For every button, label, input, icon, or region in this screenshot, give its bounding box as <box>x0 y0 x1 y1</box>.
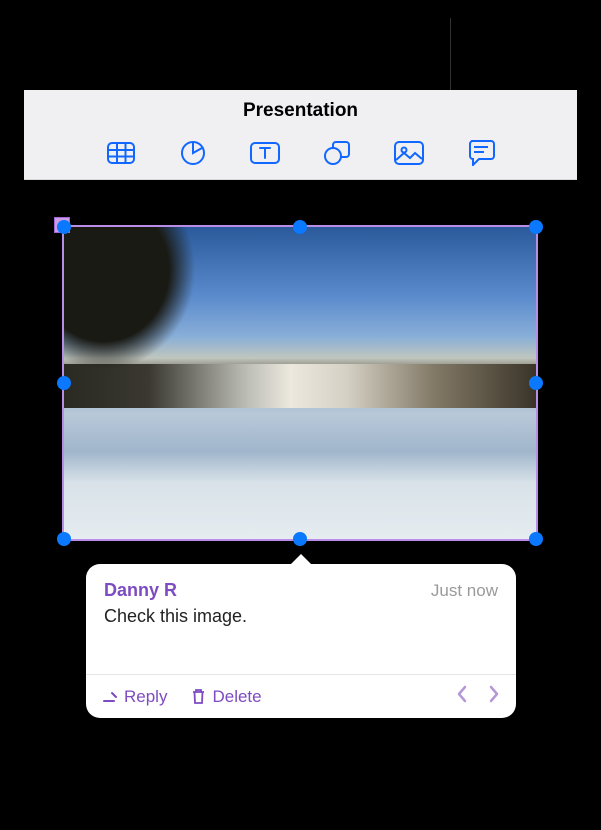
prev-comment-button[interactable] <box>456 685 468 708</box>
title-bar: Presentation <box>24 90 577 126</box>
resize-handle-top-left[interactable] <box>57 220 71 234</box>
resize-handle-bottom-left[interactable] <box>57 532 71 546</box>
reply-icon <box>102 689 118 705</box>
comment-timestamp: Just now <box>431 581 498 601</box>
insert-table-button[interactable] <box>106 138 136 168</box>
resize-handle-bottom-center[interactable] <box>293 532 307 546</box>
insert-image-button[interactable] <box>394 138 424 168</box>
chart-icon <box>180 140 206 166</box>
app-window: Presentation <box>24 90 577 830</box>
delete-label: Delete <box>212 687 261 707</box>
insert-chart-button[interactable] <box>178 138 208 168</box>
resize-handle-bottom-right[interactable] <box>529 532 543 546</box>
comment-popover: Danny R Just now Check this image. Reply <box>86 564 516 718</box>
reply-button[interactable]: Reply <box>102 687 167 707</box>
resize-handle-middle-left[interactable] <box>57 376 71 390</box>
table-icon <box>107 142 135 164</box>
image-content <box>64 227 536 539</box>
selected-image-object[interactable] <box>62 225 538 541</box>
comment-header: Danny R Just now <box>104 580 498 601</box>
resize-handle-top-center[interactable] <box>293 220 307 234</box>
text-icon <box>250 142 280 164</box>
comment-footer: Reply Delete <box>86 674 516 718</box>
comment-author: Danny R <box>104 580 177 601</box>
comment-body[interactable]: Danny R Just now Check this image. <box>86 564 516 674</box>
resize-handle-middle-right[interactable] <box>529 376 543 390</box>
insert-toolbar <box>24 126 577 180</box>
comment-text: Check this image. <box>104 605 498 628</box>
slide-canvas[interactable]: Danny R Just now Check this image. Reply <box>24 180 577 830</box>
shape-icon <box>323 140 351 166</box>
chevron-right-icon <box>488 685 500 703</box>
comment-nav <box>456 685 500 708</box>
image-icon <box>394 141 424 165</box>
next-comment-button[interactable] <box>488 685 500 708</box>
trash-icon <box>191 688 206 705</box>
reply-label: Reply <box>124 687 167 707</box>
chevron-left-icon <box>456 685 468 703</box>
insert-comment-button[interactable] <box>466 138 496 168</box>
insert-text-button[interactable] <box>250 138 280 168</box>
delete-button[interactable]: Delete <box>191 687 261 707</box>
resize-handle-top-right[interactable] <box>529 220 543 234</box>
document-title: Presentation <box>243 100 358 122</box>
comment-icon <box>467 140 495 166</box>
insert-shape-button[interactable] <box>322 138 352 168</box>
